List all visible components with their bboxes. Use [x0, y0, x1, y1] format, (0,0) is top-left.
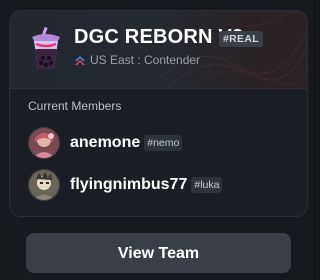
- member-name: anemone: [70, 134, 141, 151]
- member-row[interactable]: anemone #nemo: [28, 127, 183, 159]
- member-tag: #luka: [191, 177, 223, 193]
- team-header: DGC REBORN V3 #REAL US East : Contender: [10, 11, 307, 89]
- member-name: flyingnimbus77: [70, 176, 188, 193]
- view-team-button[interactable]: View Team: [26, 233, 291, 273]
- member-row[interactable]: flyingnimbus77 #luka: [28, 169, 223, 201]
- member-avatar: [28, 169, 60, 201]
- members-section-label: Current Members: [28, 99, 122, 113]
- rank-chevron-icon: [75, 56, 85, 65]
- team-name: DGC REBORN V3: [74, 26, 244, 48]
- team-region: US East : Contender: [74, 52, 200, 68]
- avatar-anemone-icon: [29, 128, 59, 158]
- team-tag-badge: #REAL: [219, 31, 263, 47]
- team-panel: DGC REBORN V3 #REAL US East : Contender …: [9, 10, 308, 217]
- header-background-pattern-icon: [157, 11, 307, 88]
- boba-cup-logo-icon: [32, 27, 60, 69]
- avatar-flyingnimbus77-icon: [29, 170, 59, 200]
- member-avatar: [28, 127, 60, 159]
- team-region-text: US East : Contender: [90, 53, 201, 67]
- team-card: DGC REBORN V3 #REAL US East : Contender …: [0, 0, 313, 280]
- member-tag: #nemo: [144, 135, 183, 151]
